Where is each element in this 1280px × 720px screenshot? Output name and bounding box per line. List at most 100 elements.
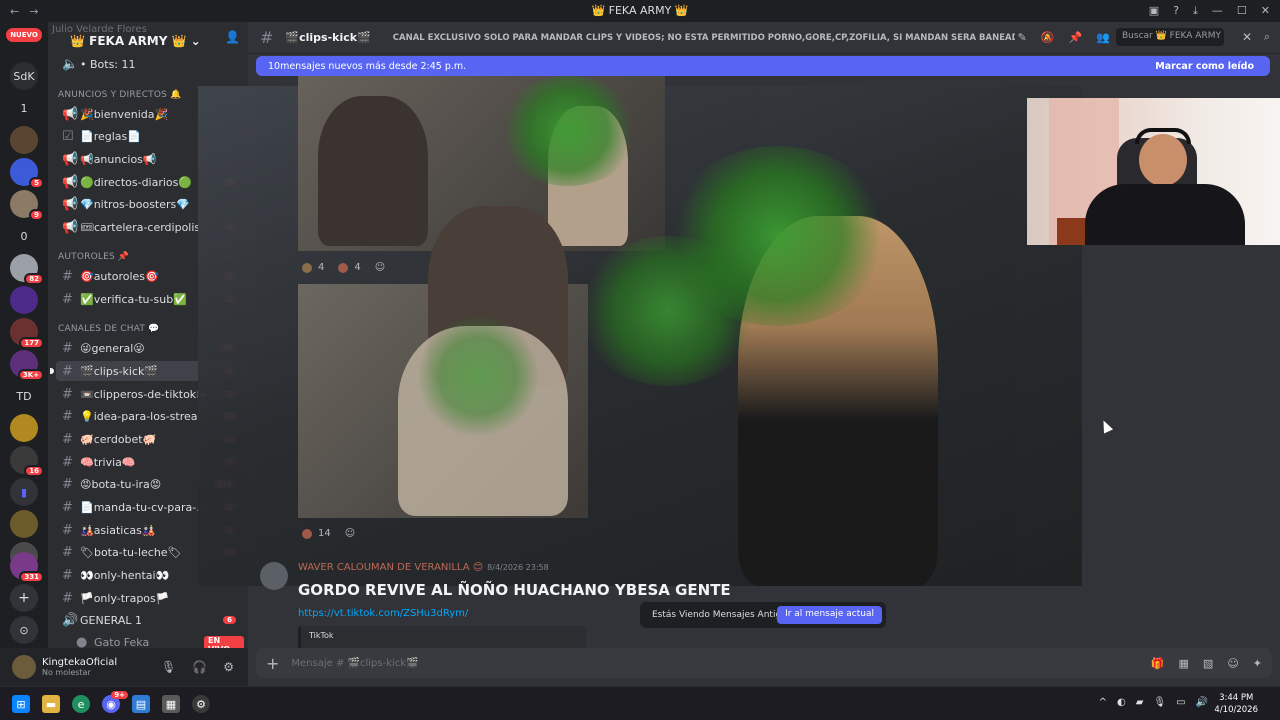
taskbar-badge: 9+ <box>111 691 128 699</box>
window-controls: ▣ ? ⤓ — ☐ ✕ <box>1149 4 1270 18</box>
guild-td[interactable]: TD <box>10 382 38 410</box>
headphones-icon[interactable]: 🎧 <box>192 660 207 674</box>
speaker-icon: 🔈 <box>62 56 79 72</box>
channel-topic[interactable]: CANAL EXCLUSIVO SOLO PARA MANDAR CLIPS Y… <box>393 33 1015 43</box>
guild-badge: 82 <box>24 273 44 285</box>
gear-icon[interactable]: ⚙ <box>223 660 234 674</box>
message-link[interactable]: https://vt.tiktok.com/ZSHu3dRym/ <box>298 608 468 619</box>
channel-only-trapos[interactable]: # 🏳️only-trapos🏳️ <box>56 588 244 608</box>
volume-icon[interactable]: 🔊 <box>1196 697 1208 708</box>
inbox-icon[interactable]: ▣ <box>1149 4 1159 18</box>
avatar[interactable] <box>260 562 288 590</box>
guild-avatar[interactable] <box>10 510 38 538</box>
taskbar-clock[interactable]: 3:44 PM 4/10/2026 <box>1214 692 1258 716</box>
maximize-button[interactable]: ☐ <box>1237 4 1247 18</box>
guild-avatar[interactable] <box>10 414 38 442</box>
close-button[interactable]: ✕ <box>1261 4 1270 18</box>
gif-icon[interactable]: ▦ <box>1179 657 1189 670</box>
guild-badge: 331 <box>19 571 44 583</box>
guild-avatar[interactable] <box>10 286 38 314</box>
reaction-emoji-icon[interactable] <box>338 262 349 273</box>
sticker-icon[interactable]: ▧ <box>1203 657 1213 670</box>
webcam-overlay <box>1027 98 1280 245</box>
guild-0[interactable]: 0 <box>10 222 38 250</box>
close-icon[interactable]: ✕ <box>1242 30 1252 44</box>
help-icon[interactable]: ? <box>1173 4 1179 18</box>
category-autoroles[interactable]: AUTOROLES 📌+ <box>58 252 236 262</box>
guild-avatar[interactable]: 177 <box>10 318 44 349</box>
notepad-icon[interactable]: ▤ <box>132 695 150 713</box>
category-announcements[interactable]: ANUNCIOS Y DIRECTOS 🔔+ <box>58 90 236 100</box>
chevron-up-icon[interactable]: ^ <box>1099 697 1107 708</box>
reaction-emoji-icon[interactable] <box>302 262 312 273</box>
guild-avatar[interactable]: 16 <box>10 446 44 477</box>
apps-icon[interactable]: ✦ <box>1253 657 1262 670</box>
guild-avatar[interactable]: 5 <box>10 158 44 189</box>
channel-name: GENERAL 1 <box>80 613 142 627</box>
voice-user[interactable]: ● Gato Feka EN VIVO <box>56 632 244 648</box>
guild-avatar[interactable]: 9 <box>10 190 44 221</box>
microphone-icon[interactable]: 🎙 <box>1153 697 1166 708</box>
guild-avatar[interactable]: 3K+ <box>10 350 44 381</box>
mark-as-read-button[interactable]: Marcar como leído <box>1155 61 1254 72</box>
guild-label: 1 <box>20 101 28 115</box>
green-smoke <box>498 76 638 186</box>
hash-icon: # <box>62 476 73 492</box>
calculator-icon[interactable]: ▦ <box>162 695 180 713</box>
server-header[interactable]: Julio Velarde Flores 👑 FEKA ARMY 👑 ⌄ 👤 <box>48 22 248 54</box>
message-author[interactable]: WAVER CALOUMAN DE VERANILLA 😊 8/4/2026 23… <box>298 562 549 573</box>
channel-header: # 🎬clips-kick🎬 CANAL EXCLUSIVO SOLO PARA… <box>248 22 1280 54</box>
edge-browser-icon[interactable]: e <box>72 695 90 713</box>
file-explorer-icon[interactable]: ▬ <box>42 695 60 713</box>
add-reaction-icon[interactable]: ☺ <box>345 528 355 539</box>
gift-icon[interactable]: 🎁 <box>1151 657 1165 670</box>
guild-avatar[interactable]: 82 <box>10 254 44 285</box>
guild-1[interactable]: 1 <box>10 94 38 122</box>
steam-icon[interactable]: ⚙ <box>192 695 210 713</box>
add-reaction-icon[interactable]: ☺ <box>375 262 385 273</box>
mute-bell-icon[interactable]: 🔕 <box>1041 31 1055 44</box>
monitor-icon[interactable]: ▭ <box>1176 697 1185 708</box>
new-messages-banner[interactable]: 10mensajes nuevos más desde 2:45 p.m. Ma… <box>256 56 1270 76</box>
discord-icon[interactable]: ◉ 9+ <box>102 691 128 713</box>
guild-badge: 5 <box>29 177 44 189</box>
category-chat[interactable]: CANALES DE CHAT 💬+ <box>58 324 236 334</box>
download-icon[interactable]: ⤓ <box>1193 4 1198 18</box>
minimize-button[interactable]: — <box>1212 4 1223 18</box>
hash-icon: # <box>62 454 73 470</box>
guild-avatar[interactable]: 331 <box>10 552 44 583</box>
steam-tray-icon[interactable]: ◐ <box>1117 697 1126 708</box>
guild-avatar[interactable] <box>10 126 38 154</box>
jump-to-present-button[interactable]: Ir al mensaje actual <box>777 606 882 624</box>
link-embed[interactable]: TikTok <box>298 626 586 650</box>
pin-icon[interactable]: 📌 <box>1069 31 1083 44</box>
avatar[interactable] <box>12 655 36 679</box>
system-tray: ^ ◐ ▰ 🎙 ▭ 🔊 <box>1099 697 1208 708</box>
channel-name: 🏷bota-tu-leche🏷 <box>80 545 182 559</box>
bots-item[interactable]: 🔈 • Bots: 11 <box>56 54 244 74</box>
guild-sdk[interactable]: SdK <box>10 62 38 90</box>
search-icon[interactable]: ⌕ <box>1264 30 1270 44</box>
category-label: ANUNCIOS Y DIRECTOS 🔔 <box>58 90 182 100</box>
members-icon[interactable]: 👥 <box>1096 31 1110 44</box>
emoji-icon[interactable]: ☺ <box>1227 657 1238 670</box>
threads-icon[interactable]: ✎ <box>1018 31 1027 44</box>
user-name: KingtekaOficial <box>42 657 118 668</box>
search-input[interactable]: Buscar 👑 FEKA ARMY 👑 <box>1116 28 1224 46</box>
user-info[interactable]: KingtekaOficial No molestar <box>36 657 117 677</box>
nvidia-icon[interactable]: ▰ <box>1136 697 1144 708</box>
folder-icon[interactable]: ▮ <box>10 478 38 506</box>
reaction-emoji-icon[interactable] <box>302 528 312 539</box>
discover-icon[interactable]: ⊙ <box>10 616 38 644</box>
invite-people-icon[interactable]: 👤 <box>225 30 240 44</box>
message-composer[interactable]: + Mensaje # 🎬clips-kick🎬 🎁 ▦ ▧ ☺ ✦ <box>256 648 1272 678</box>
announcement-icon: 📢 <box>62 196 79 212</box>
upload-plus-icon[interactable]: + <box>266 654 279 673</box>
message-input[interactable]: Mensaje # 🎬clips-kick🎬 <box>291 658 418 669</box>
windows-start-icon[interactable]: ⊞ <box>12 695 30 713</box>
header-tools: ✎ 🔕 📌 👥 <box>1018 31 1110 44</box>
add-server-icon[interactable]: + <box>10 584 38 612</box>
microphone-icon[interactable]: 🎙 <box>161 660 176 674</box>
new-badge[interactable]: NUEVO <box>6 28 42 42</box>
voice-channel-general-1[interactable]: 🔊 GENERAL 1 6 <box>56 610 244 630</box>
